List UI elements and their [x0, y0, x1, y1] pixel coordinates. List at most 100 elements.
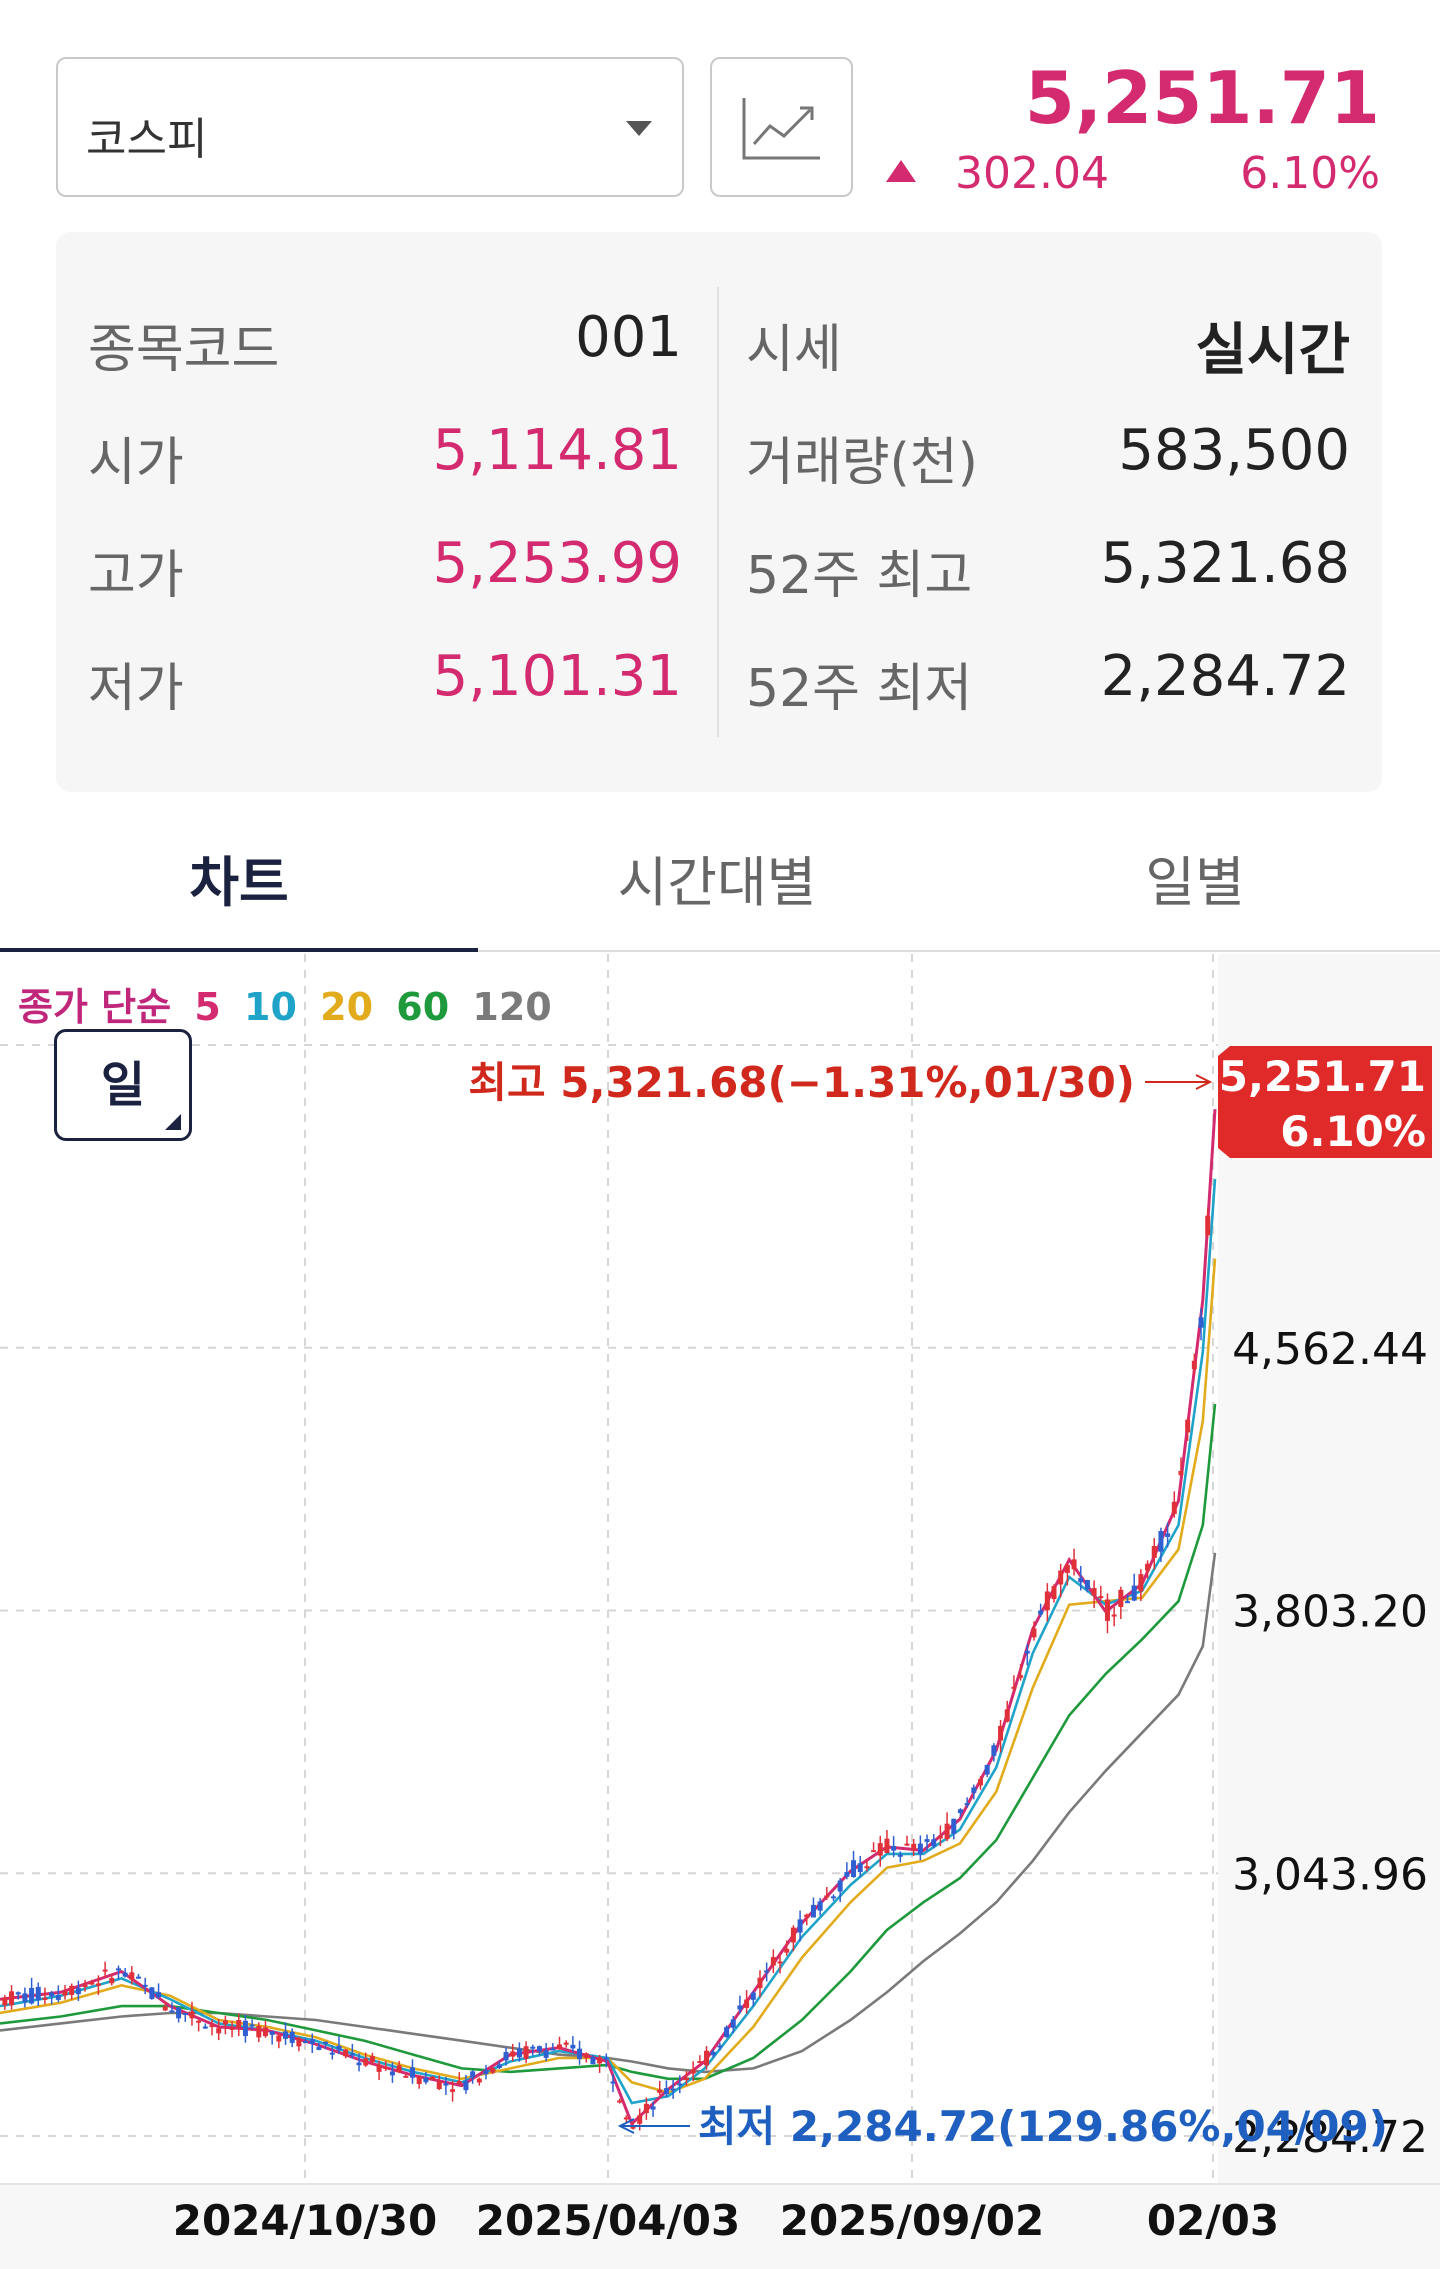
candle-body — [216, 2028, 222, 2034]
line-chart-icon — [742, 98, 820, 160]
candle-body — [369, 2056, 375, 2062]
candle-body — [256, 2025, 262, 2038]
tab-hourly[interactable]: 시간대별 — [478, 838, 956, 917]
tab-chart[interactable]: 차트 — [0, 838, 478, 917]
candle-body — [276, 2035, 282, 2042]
tabs-divider — [478, 950, 1440, 952]
x-tick-label: 2025/09/02 — [780, 2196, 1044, 2245]
candle-body — [904, 1843, 910, 1846]
candle-body — [971, 1787, 977, 1793]
tab-daily[interactable]: 일별 — [956, 838, 1434, 917]
info-value-volume: 583,500 — [1118, 418, 1350, 483]
info-label-quote: 시세 — [746, 320, 842, 380]
index-select-dropdown[interactable]: 코스피 — [56, 57, 684, 197]
candle-body — [1091, 1588, 1097, 1596]
view-tabs: 차트 시간대별 일별 — [0, 808, 1440, 954]
info-value-quote: 실시간 — [1195, 318, 1350, 383]
candle-body — [349, 2053, 355, 2056]
candle-body — [998, 1725, 1004, 1741]
candle-body — [737, 2005, 743, 2010]
candle-body — [563, 2042, 569, 2045]
candle-body — [683, 2077, 689, 2081]
candle-body — [436, 2081, 442, 2090]
chart-toggle-button[interactable] — [710, 57, 853, 197]
candle-body — [182, 2012, 188, 2015]
candle-body — [663, 2088, 669, 2095]
candle-body — [1138, 1574, 1144, 1592]
candle-body — [309, 2039, 315, 2044]
candle-body — [937, 1836, 943, 1839]
candle-body — [2, 1997, 8, 2006]
candle-body — [162, 2006, 168, 2011]
index-select-label: 코스피 — [86, 114, 208, 165]
candle-body — [1038, 1610, 1044, 1615]
period-select-button[interactable]: 일 — [54, 1029, 192, 1141]
candle-body — [717, 2045, 723, 2048]
corner-triangle-icon — [165, 1114, 181, 1130]
ma-legend-5: 5 — [194, 985, 221, 1029]
candle-body — [503, 2052, 509, 2061]
candle-body — [55, 1995, 61, 2000]
candle-body — [543, 2050, 549, 2058]
candle-body — [236, 2019, 242, 2028]
candle-body — [1125, 1601, 1131, 1604]
candle-body — [530, 2046, 536, 2049]
candle-body — [877, 1843, 883, 1856]
candle-body — [744, 1999, 750, 2008]
candle-body — [443, 2083, 449, 2086]
info-label-52w-low: 52주 최저 — [746, 659, 973, 719]
candle-body — [283, 2031, 289, 2039]
info-label-low: 저가 — [88, 659, 184, 719]
candle-body — [824, 1895, 830, 1898]
candle-body — [510, 2051, 516, 2057]
current-price-tag-pct: 6.10% — [1280, 1107, 1426, 1156]
candle-body — [209, 2025, 215, 2028]
candle-body — [844, 1872, 850, 1877]
candle-body — [316, 2046, 322, 2050]
candle-body — [1031, 1628, 1037, 1638]
candle-body — [790, 1927, 796, 1943]
period-select-label: 일 — [100, 1057, 146, 1113]
candle-body — [9, 1991, 15, 2006]
candle-body — [403, 2075, 409, 2078]
candle-body — [550, 2048, 556, 2051]
candle-body — [804, 1914, 810, 1918]
ma-legend-60: 60 — [396, 985, 450, 1029]
price-chart-area[interactable]: 2,284.72 3,043.96 3,803.20 4,562.44 2024/10/… — [0, 954, 1440, 2269]
info-divider — [717, 287, 719, 737]
active-tab-indicator — [0, 948, 478, 952]
candle-body — [777, 1961, 783, 1964]
info-value-low: 5,101.31 — [432, 644, 682, 709]
candle-body — [891, 1846, 897, 1851]
candle-body — [603, 2057, 609, 2060]
price-chart[interactable]: 2,284.723,043.963,803.204,562.442024/10/… — [0, 954, 1440, 2269]
candle-body — [623, 2117, 629, 2120]
candle-body — [730, 2019, 736, 2028]
candle-body — [396, 2065, 402, 2073]
candle-body — [884, 1838, 890, 1853]
candle-body — [62, 1991, 68, 1996]
low-annotation-label: 최저 2,284.72(129.86%,04/09) — [698, 2102, 1388, 2151]
candle-body — [1044, 1591, 1050, 1611]
candle-body — [871, 1850, 877, 1853]
candle-body — [897, 1854, 903, 1857]
moving-average-legend[interactable]: 종가 단순 5 10 20 60 120 — [18, 976, 562, 1031]
candle-body — [957, 1809, 963, 1814]
candle-body — [704, 2050, 710, 2066]
info-label-volume: 거래량(천) — [746, 433, 978, 493]
candle-body — [483, 2070, 489, 2075]
candle-body — [1118, 1589, 1124, 1607]
candle-body — [476, 2078, 482, 2083]
info-value-high: 5,253.99 — [432, 531, 682, 596]
candle-body — [296, 2038, 302, 2047]
candle-body — [169, 2010, 175, 2013]
candle-body — [229, 2027, 235, 2030]
candle-body — [583, 2053, 589, 2059]
up-arrow-icon — [886, 160, 916, 182]
candle-body — [336, 2045, 342, 2051]
candle-body — [1111, 1614, 1117, 1617]
y-tick-label: 3,043.96 — [1232, 1849, 1428, 1900]
price-change-abs: 302.04 — [955, 148, 1109, 199]
candle-body — [757, 1977, 763, 1989]
candle-body — [129, 1972, 135, 1980]
